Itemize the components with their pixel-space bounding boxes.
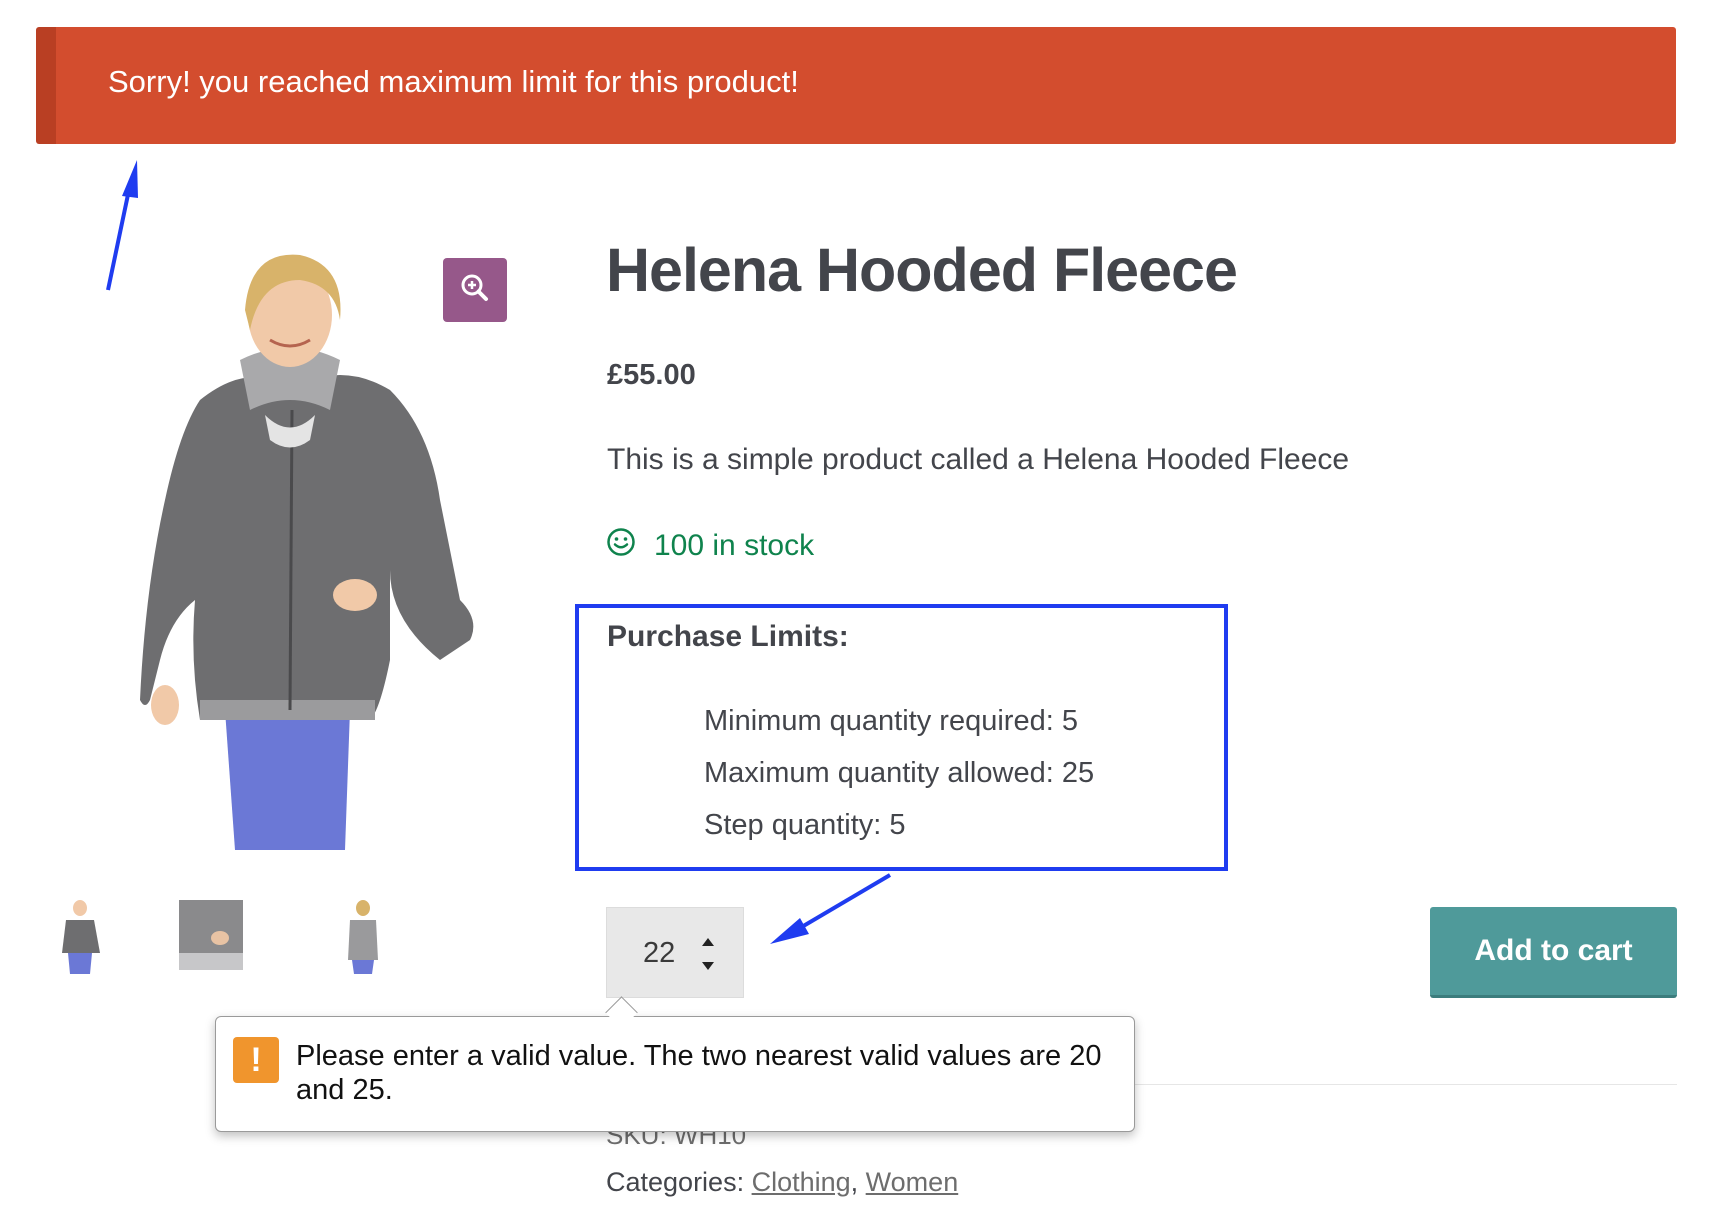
arrow-to-notice-icon	[106, 160, 138, 291]
arrow-to-quantity-icon	[770, 873, 892, 944]
annotation-arrows	[106, 160, 892, 944]
